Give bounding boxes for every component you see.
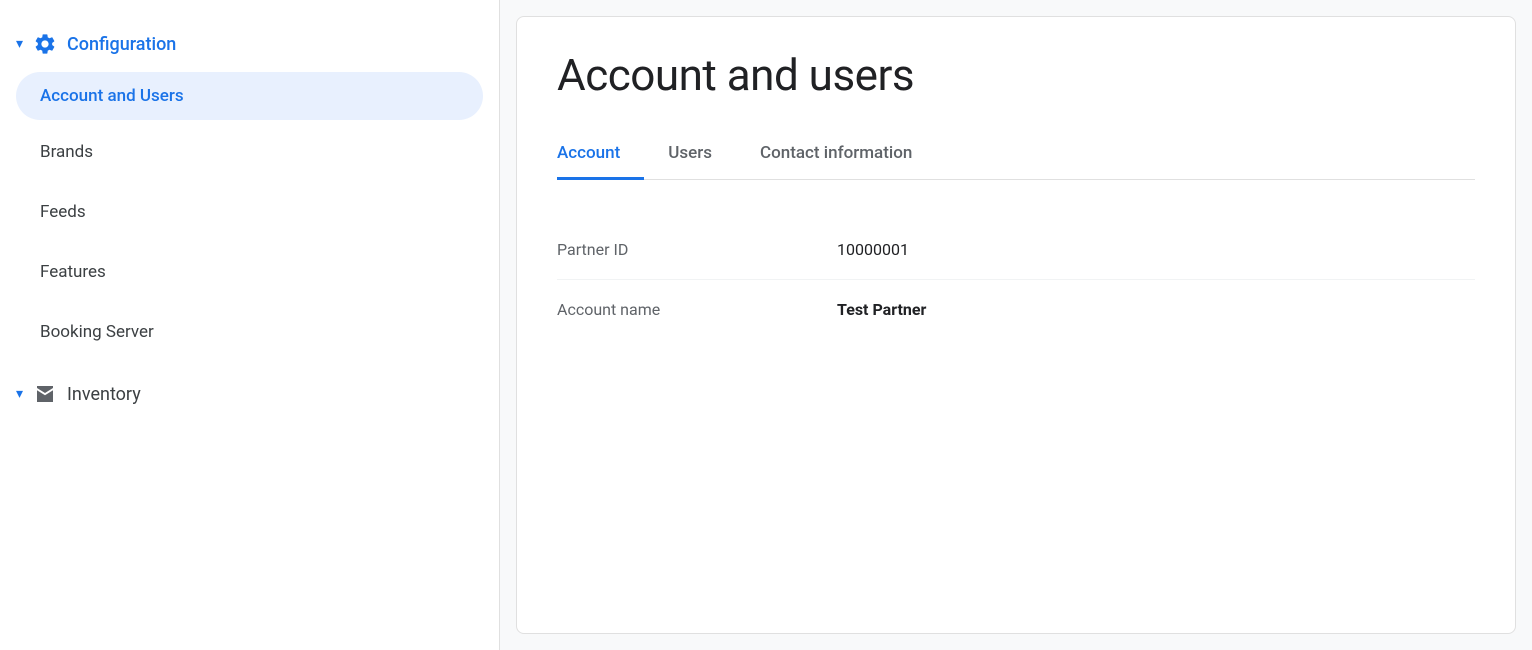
account-name-row: Account name Test Partner [557,280,1475,339]
sidebar-item-features[interactable]: Features [16,244,483,300]
sidebar-nav: Account and Users Brands Feeds Features … [0,72,499,360]
sidebar-item-brands[interactable]: Brands [16,124,483,180]
gear-icon [33,32,57,56]
tabs-bar: Account Users Contact information [557,129,1475,180]
inventory-chevron-icon: ▾ [16,386,23,402]
inventory-label: Inventory [67,384,141,405]
account-name-value: Test Partner [837,300,926,319]
sidebar-item-feeds[interactable]: Feeds [16,184,483,240]
sidebar-item-booking-server-label: Booking Server [40,322,154,342]
tab-account[interactable]: Account [557,129,644,180]
sidebar-inventory-header[interactable]: ▾ Inventory [16,382,483,406]
main-panel: Account and users Account Users Contact … [516,16,1516,634]
main-inner: Account and users Account Users Contact … [517,17,1515,180]
account-name-label: Account name [557,300,837,319]
partner-id-label: Partner ID [557,240,837,259]
tab-account-label: Account [557,143,620,163]
configuration-chevron-icon: ▾ [16,36,23,52]
tab-contact-information[interactable]: Contact information [736,129,936,180]
sidebar-item-account-users[interactable]: Account and Users [16,72,483,120]
sidebar-item-features-label: Features [40,262,106,282]
sidebar-item-feeds-label: Feeds [40,202,86,222]
account-content: Partner ID 10000001 Account name Test Pa… [517,180,1515,379]
configuration-label: Configuration [67,34,176,55]
partner-id-row: Partner ID 10000001 [557,220,1475,280]
sidebar-inventory-section: ▾ Inventory [0,370,499,418]
tab-users[interactable]: Users [644,129,736,180]
tab-users-label: Users [668,143,712,163]
inventory-store-icon [33,382,57,406]
sidebar-item-brands-label: Brands [40,142,93,162]
sidebar-item-booking-server[interactable]: Booking Server [16,304,483,360]
page-title: Account and users [557,49,1475,101]
tab-contact-information-label: Contact information [760,143,912,163]
sidebar: ▾ Configuration Account and Users Brands… [0,0,500,650]
partner-id-value: 10000001 [837,240,909,259]
sidebar-configuration-header[interactable]: ▾ Configuration [0,20,499,68]
sidebar-item-account-users-label: Account and Users [40,86,184,106]
